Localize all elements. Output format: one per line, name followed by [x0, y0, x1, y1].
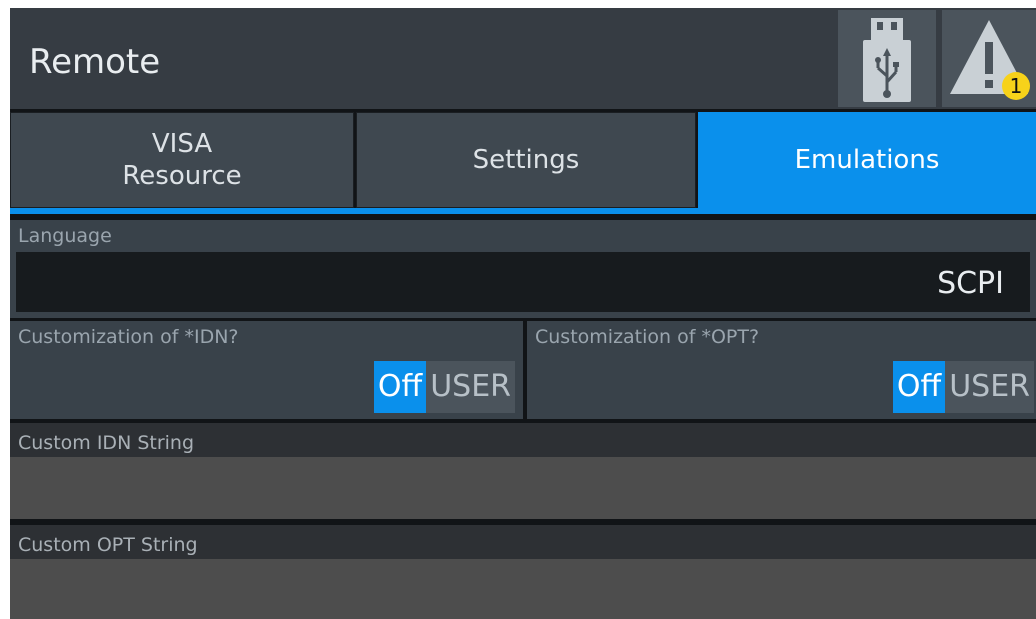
custom-idn-panel: Custom IDN String — [10, 423, 1036, 519]
opt-off-option[interactable]: Off — [892, 361, 946, 413]
opt-customization-toggle[interactable]: Off USER — [892, 361, 1034, 413]
idn-user-option[interactable]: USER — [426, 361, 515, 413]
custom-opt-field[interactable] — [10, 559, 1036, 619]
custom-idn-field[interactable] — [10, 457, 1036, 519]
remote-window: Remote 1 VISA Resource Settings Emulatio… — [10, 8, 1036, 619]
custom-opt-panel: Custom OPT String — [10, 525, 1036, 619]
opt-customization-label: Customization of *OPT? — [535, 326, 760, 348]
usb-status-button[interactable] — [838, 10, 936, 107]
custom-idn-label: Custom IDN String — [18, 432, 195, 454]
language-label: Language — [18, 225, 112, 247]
language-select[interactable]: SCPI — [16, 252, 1030, 312]
tab-visa-resource[interactable]: VISA Resource — [10, 112, 354, 208]
tab-settings[interactable]: Settings — [356, 112, 696, 208]
tab-label: Emulations — [794, 145, 940, 175]
window-title: Remote — [29, 42, 161, 82]
usb-icon — [863, 18, 911, 102]
tab-label: VISA Resource — [122, 129, 242, 191]
tab-emulations[interactable]: Emulations — [698, 112, 1036, 208]
idn-off-option[interactable]: Off — [373, 361, 427, 413]
idn-customization-panel: Customization of *IDN? Off USER — [10, 321, 523, 419]
custom-opt-label: Custom OPT String — [18, 534, 198, 556]
title-bar: Remote 1 — [10, 8, 1036, 109]
active-tab-indicator — [10, 208, 1036, 214]
idn-customization-toggle[interactable]: Off USER — [373, 361, 515, 413]
tab-label: Settings — [472, 145, 580, 175]
warning-status-button[interactable]: 1 — [942, 10, 1036, 107]
opt-user-option[interactable]: USER — [945, 361, 1034, 413]
language-panel: Language SCPI — [10, 220, 1036, 318]
idn-customization-label: Customization of *IDN? — [18, 326, 239, 348]
opt-customization-panel: Customization of *OPT? Off USER — [527, 321, 1036, 419]
warning-count-badge: 1 — [1002, 72, 1030, 100]
language-value: SCPI — [937, 266, 1004, 301]
